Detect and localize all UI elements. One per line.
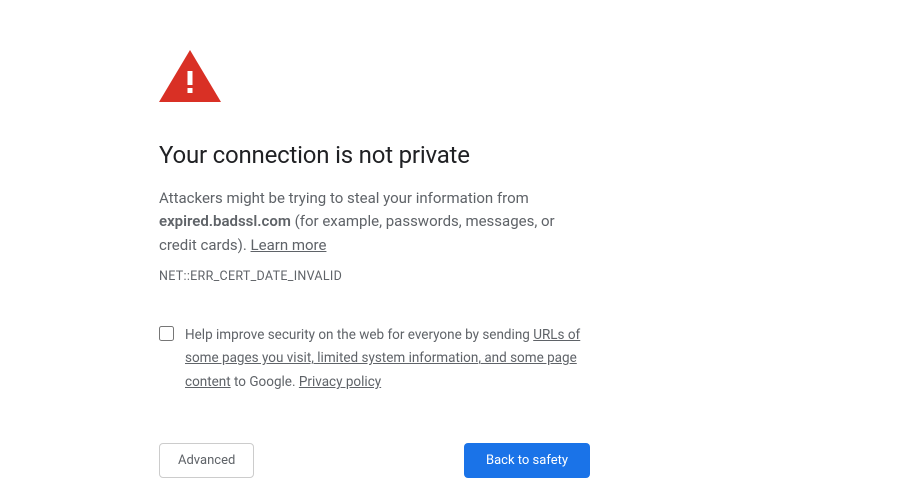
learn-more-link[interactable]: Learn more [251, 236, 327, 254]
description-prefix: Attackers might be trying to steal your … [159, 189, 529, 207]
back-to-safety-button[interactable]: Back to safety [464, 443, 590, 478]
page-title: Your connection is not private [159, 141, 590, 169]
advanced-button[interactable]: Advanced [159, 443, 254, 478]
warning-domain: expired.badssl.com [159, 212, 291, 230]
opt-in-middle: to Google. [231, 374, 299, 390]
warning-description: Attackers might be trying to steal your … [159, 187, 590, 257]
button-row: Advanced Back to safety [159, 443, 590, 478]
opt-in-prefix: Help improve security on the web for eve… [185, 327, 533, 343]
privacy-policy-link[interactable]: Privacy policy [299, 374, 381, 390]
opt-in-text: Help improve security on the web for eve… [185, 324, 590, 395]
opt-in-checkbox[interactable] [159, 326, 174, 341]
error-code: NET::ERR_CERT_DATE_INVALID [159, 269, 590, 284]
warning-triangle-icon [159, 50, 590, 106]
opt-in-row: Help improve security on the web for eve… [159, 324, 590, 395]
